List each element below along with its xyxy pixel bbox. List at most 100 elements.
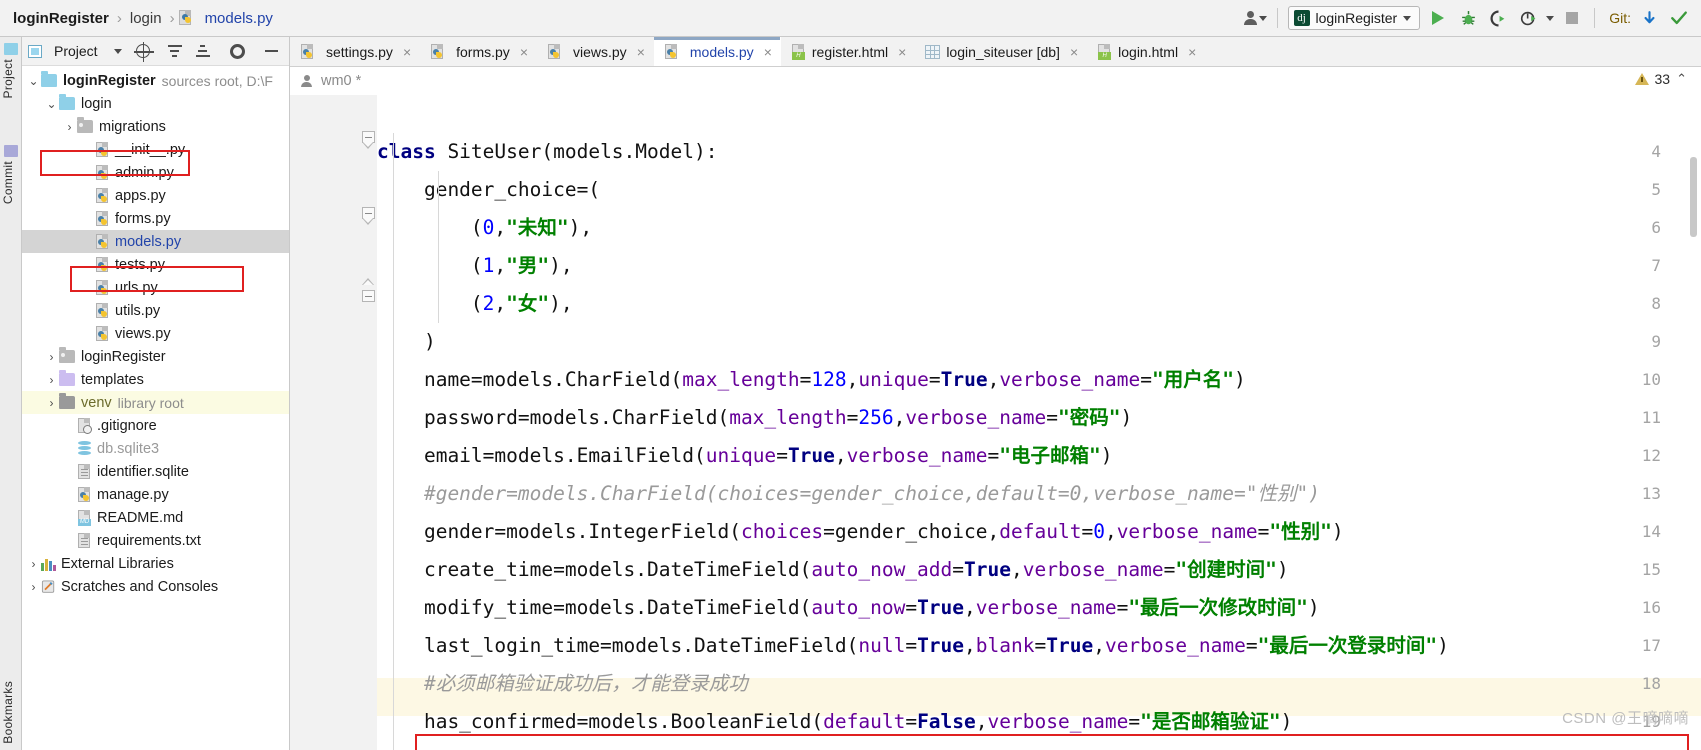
- python-file-icon: [95, 187, 110, 204]
- tree-item-requirements-txt[interactable]: requirements.txt: [22, 529, 289, 552]
- tree-item-tests-py[interactable]: tests.py: [22, 253, 289, 276]
- breadcrumb-folder[interactable]: login: [126, 10, 166, 27]
- tree-item-models-py[interactable]: models.py: [22, 230, 289, 253]
- inspection-status[interactable]: 33 ⌃: [1634, 71, 1687, 87]
- chevron-right-icon[interactable]: ›: [44, 396, 59, 410]
- tree-item-loginregister[interactable]: ⌄ loginRegister sources root, D:\F: [22, 69, 289, 92]
- tree-item-gitignore[interactable]: .gitignore: [22, 414, 289, 437]
- project-tool-window: Project ⌄ loginRegister sources root, D:\F…: [22, 37, 290, 750]
- stop-button[interactable]: [1560, 6, 1584, 30]
- tree-item-views-py[interactable]: views.py: [22, 322, 289, 345]
- user-dropdown-icon[interactable]: [1243, 6, 1267, 30]
- code-editor[interactable]: 4567891011121314151617181920 class SiteU…: [290, 95, 1701, 750]
- tree-item-db-sqlite3[interactable]: db.sqlite3: [22, 437, 289, 460]
- table-icon: [925, 44, 941, 59]
- editor-tab-forms-py[interactable]: forms.py ×: [420, 37, 537, 66]
- tree-item-init-py[interactable]: __init__.py: [22, 138, 289, 161]
- python-file-icon: [95, 164, 110, 181]
- fold-marker-icon[interactable]: [362, 278, 376, 302]
- fold-marker-icon[interactable]: [362, 207, 376, 225]
- project-strip-icon: [4, 43, 18, 55]
- chevron-right-icon[interactable]: ›: [62, 120, 77, 134]
- line-number-gutter[interactable]: [290, 95, 377, 750]
- expand-all-icon[interactable]: [167, 44, 182, 58]
- scratches-icon: [41, 579, 56, 594]
- fold-marker-icon[interactable]: [362, 131, 376, 149]
- tree-item-forms-py[interactable]: forms.py: [22, 207, 289, 230]
- tree-item-migrations[interactable]: › migrations: [22, 115, 289, 138]
- text-file-icon: [77, 532, 92, 549]
- editor-tab-login-siteuser-db[interactable]: login_siteuser [db] ×: [915, 37, 1087, 66]
- editor-scrollbar[interactable]: [1690, 157, 1697, 237]
- code-line: gender_choice=(: [377, 178, 601, 201]
- close-icon[interactable]: ×: [637, 44, 645, 60]
- profile-button[interactable]: [1516, 6, 1540, 30]
- tree-item-label: Scratches and Consoles: [61, 578, 219, 595]
- tree-item-urls-py[interactable]: urls.py: [22, 276, 289, 299]
- editor-tab-views-py[interactable]: views.py ×: [537, 37, 654, 66]
- hide-icon[interactable]: [264, 50, 278, 52]
- collapse-all-icon[interactable]: [195, 44, 210, 58]
- tree-item-external-libraries[interactable]: › External Libraries: [22, 552, 289, 575]
- tree-item-label: manage.py: [97, 486, 169, 503]
- strip-tab-commit[interactable]: Commit: [1, 161, 15, 204]
- tree-item-label: login: [81, 95, 112, 112]
- tree-item-venv[interactable]: › venv library root: [22, 391, 289, 414]
- editor-tab-settings-py[interactable]: settings.py ×: [290, 37, 420, 66]
- code-text[interactable]: class SiteUser(models.Model): gender_cho…: [377, 95, 1701, 750]
- tree-item-label: requirements.txt: [97, 532, 201, 549]
- python-file-icon: [547, 43, 562, 60]
- toolbar-divider: [1594, 8, 1596, 28]
- chevron-right-icon[interactable]: ›: [44, 373, 59, 387]
- tree-item-login[interactable]: ⌄ login: [22, 92, 289, 115]
- tree-item-apps-py[interactable]: apps.py: [22, 184, 289, 207]
- chevron-down-icon[interactable]: [1546, 15, 1555, 21]
- run-configuration-label: loginRegister: [1315, 10, 1398, 26]
- tree-item-label: identifier.sqlite: [97, 463, 189, 480]
- strip-tab-project[interactable]: Project: [1, 59, 15, 98]
- chevron-right-icon[interactable]: ›: [26, 557, 41, 571]
- editor-area: settings.py × forms.py × views.py × models.py ×…: [290, 37, 1701, 750]
- editor-tab-register-html[interactable]: Hregister.html ×: [781, 37, 915, 66]
- close-icon[interactable]: ×: [520, 44, 528, 60]
- tree-item-loginregister[interactable]: › loginRegister: [22, 345, 289, 368]
- close-icon[interactable]: ×: [1188, 44, 1196, 60]
- editor-breadcrumb-bar: wm0 * 33 ⌃: [290, 67, 1701, 95]
- git-update-icon[interactable]: [1637, 6, 1661, 30]
- debug-button[interactable]: [1456, 6, 1480, 30]
- chevron-down-icon[interactable]: ⌄: [44, 97, 59, 111]
- tree-item-readme-md[interactable]: MD README.md: [22, 506, 289, 529]
- tree-item-admin-py[interactable]: admin.py: [22, 161, 289, 184]
- breadcrumb-project[interactable]: loginRegister: [9, 10, 113, 27]
- tree-item-manage-py[interactable]: manage.py: [22, 483, 289, 506]
- code-line: name=models.CharField(max_length=128,uni…: [377, 368, 1246, 391]
- tree-item-label: venv: [81, 394, 112, 411]
- toolbar-actions: dj loginRegister Git:: [1243, 6, 1701, 30]
- close-icon[interactable]: ×: [1070, 44, 1078, 60]
- python-file-icon: [95, 302, 110, 319]
- run-configuration-selector[interactable]: dj loginRegister: [1287, 6, 1421, 30]
- editor-breadcrumb-label: wm0 *: [321, 73, 362, 89]
- close-icon[interactable]: ×: [898, 44, 906, 60]
- tree-item-templates[interactable]: › templates: [22, 368, 289, 391]
- locate-icon[interactable]: [133, 42, 154, 62]
- run-button[interactable]: [1426, 6, 1450, 30]
- settings-gear-icon[interactable]: [229, 43, 245, 59]
- chevron-right-icon[interactable]: ›: [44, 350, 59, 364]
- tree-item-identifier-sqlite[interactable]: identifier.sqlite: [22, 460, 289, 483]
- close-icon[interactable]: ×: [764, 44, 772, 60]
- tree-item-scratches-and-consoles[interactable]: › Scratches and Consoles: [22, 575, 289, 598]
- chevron-down-icon[interactable]: [113, 48, 122, 54]
- chevron-right-icon[interactable]: ›: [26, 580, 41, 594]
- editor-tab-models-py[interactable]: models.py ×: [653, 37, 781, 66]
- tree-item-utils-py[interactable]: utils.py: [22, 299, 289, 322]
- chevron-up-icon[interactable]: ⌃: [1676, 71, 1687, 87]
- editor-tab-login-html[interactable]: Hlogin.html ×: [1087, 37, 1205, 66]
- tool-window-strip: Project Commit Bookmarks: [0, 37, 22, 750]
- run-with-coverage-button[interactable]: [1486, 6, 1510, 30]
- breadcrumb-file[interactable]: models.py: [201, 10, 277, 27]
- git-commit-check-icon[interactable]: [1667, 6, 1691, 30]
- strip-tab-bookmarks[interactable]: Bookmarks: [1, 681, 15, 744]
- chevron-down-icon[interactable]: ⌄: [26, 74, 41, 88]
- close-icon[interactable]: ×: [403, 44, 411, 60]
